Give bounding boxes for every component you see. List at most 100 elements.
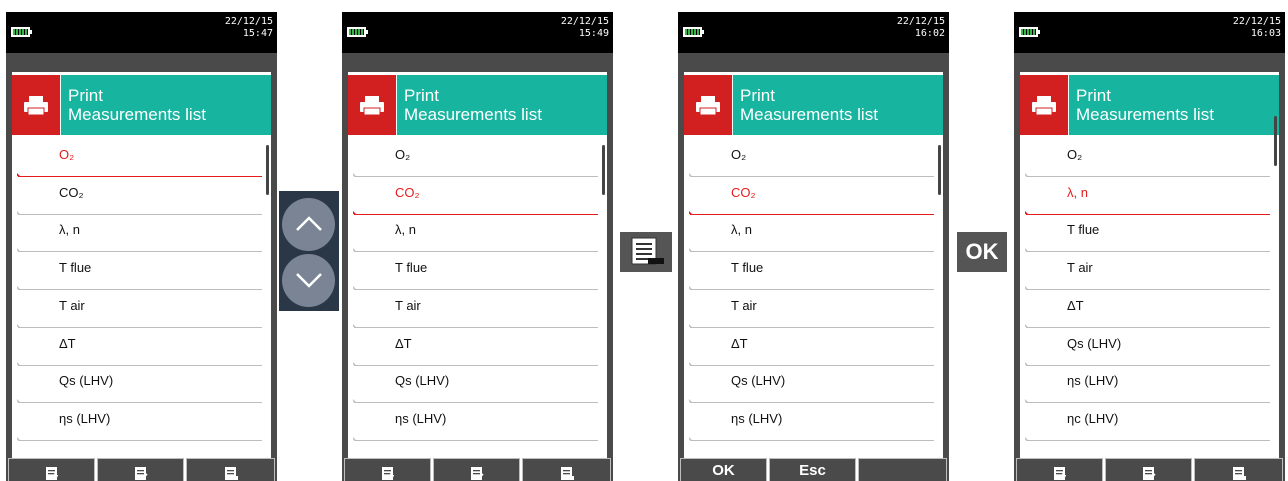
list-item[interactable]: T flue	[1020, 215, 1270, 253]
date-text: 22/12/15	[896, 16, 945, 27]
doc-edit-icon	[470, 467, 484, 480]
list-item[interactable]: O₂	[348, 140, 598, 177]
list-item-label: λ, n	[395, 222, 416, 238]
list-item[interactable]: T air	[348, 291, 598, 328]
scrollbar[interactable]	[602, 145, 605, 195]
row-marker	[1025, 399, 1028, 403]
scrollbar[interactable]	[266, 145, 269, 195]
row-marker	[1025, 323, 1028, 327]
list-item[interactable]: O₂	[684, 140, 934, 177]
list-item[interactable]: ΔT	[348, 329, 598, 366]
doc-print-icon	[1232, 467, 1246, 480]
doc-edit-icon	[134, 467, 148, 480]
list-item[interactable]: T flue	[12, 253, 262, 291]
softkey-2[interactable]	[1105, 458, 1192, 481]
scrollbar[interactable]	[1274, 116, 1277, 166]
list-item[interactable]: ηs (LHV)	[1020, 366, 1270, 404]
row-marker	[1025, 210, 1028, 214]
list-item[interactable]: O₂	[12, 140, 262, 177]
list-item[interactable]: CO₂	[684, 178, 934, 215]
status-bar: 22/12/15 15:47	[6, 12, 277, 53]
row-marker	[1025, 436, 1028, 440]
menu-panel: Print Measurements list O₂ λ, n T flue T air…	[1020, 72, 1279, 481]
list-item[interactable]: λ, n	[348, 215, 598, 253]
status-bar: 22/12/15 15:49	[342, 12, 613, 53]
list-item-label: T air	[1067, 260, 1093, 276]
nav-up-button[interactable]	[282, 198, 335, 251]
battery-icon	[1019, 27, 1040, 37]
row-marker	[353, 361, 356, 365]
softkey-1[interactable]	[344, 458, 431, 481]
softkey-3[interactable]	[186, 458, 275, 481]
softkey-2[interactable]	[433, 458, 520, 481]
page-title: Print Measurements list	[733, 75, 943, 135]
menu-list-icon	[631, 237, 664, 265]
page-title: Print Measurements list	[397, 75, 607, 135]
list-item[interactable]: ηs (LHV)	[348, 404, 598, 441]
title-line-1: Print	[404, 86, 439, 105]
softkey-3[interactable]	[858, 458, 947, 481]
list-item[interactable]: λ, n	[1020, 178, 1270, 215]
page-title: Print Measurements list	[1069, 75, 1279, 135]
list-item-label: T air	[59, 297, 85, 313]
list-item[interactable]: T flue	[348, 253, 598, 291]
list-item[interactable]: Qs (LHV)	[1020, 329, 1270, 366]
row-marker	[17, 173, 20, 176]
device-screen-3: 22/12/15 16:02 Print Measurements list O₂ C…	[678, 12, 949, 481]
row-marker	[1025, 248, 1028, 252]
list-item-label: ΔT	[395, 335, 412, 351]
list-item[interactable]: T flue	[684, 253, 934, 291]
softkey-3[interactable]	[1194, 458, 1283, 481]
list-item[interactable]: ηc (LHV)	[1020, 404, 1270, 441]
list-item[interactable]: ΔT	[684, 329, 934, 366]
list-item-label: ΔT	[59, 335, 76, 351]
softkey-1[interactable]	[8, 458, 95, 481]
list-item[interactable]: T air	[684, 291, 934, 328]
softkey-1[interactable]: OK	[680, 458, 767, 481]
row-marker	[17, 286, 20, 290]
datetime: 22/12/15 15:47	[225, 16, 273, 40]
doc-print-icon	[560, 467, 574, 480]
printer-icon	[684, 75, 732, 135]
list-item-label: O₂	[1067, 147, 1083, 162]
softkey-1[interactable]	[1016, 458, 1103, 481]
row-marker	[689, 286, 692, 290]
printer-icon	[1020, 75, 1068, 135]
list-item[interactable]: T air	[1020, 253, 1270, 291]
date-text: 22/12/15	[560, 16, 609, 27]
scrollbar[interactable]	[938, 145, 941, 195]
list-item[interactable]: ΔT	[12, 329, 262, 366]
list-item-label: CO₂	[731, 184, 756, 200]
list-item-label: T flue	[59, 260, 92, 276]
datetime: 22/12/15 15:49	[561, 16, 609, 40]
softkey-2[interactable]: Esc	[769, 458, 856, 481]
list-item[interactable]: CO₂	[12, 178, 262, 215]
title-line-2: Measurements list	[1076, 105, 1214, 124]
list-item[interactable]: T air	[12, 291, 262, 328]
title-line-1: Print	[740, 86, 775, 105]
list-item[interactable]: O₂	[1020, 140, 1270, 177]
list-item[interactable]: ηs (LHV)	[684, 404, 934, 441]
battery-icon	[683, 27, 704, 37]
list-item[interactable]: CO₂	[348, 178, 598, 215]
ok-key[interactable]: OK	[957, 232, 1007, 272]
menu-key[interactable]	[620, 232, 672, 272]
list-item[interactable]: Qs (LHV)	[12, 366, 262, 404]
row-marker	[1025, 286, 1028, 290]
menu-panel: Print Measurements list O₂ CO₂ λ, n T flue T …	[348, 72, 607, 481]
list-item-label: T air	[395, 297, 421, 313]
list-item[interactable]: λ, n	[12, 215, 262, 253]
datetime: 22/12/15 16:02	[897, 16, 945, 40]
softkey-2[interactable]	[97, 458, 184, 481]
nav-down-button[interactable]	[282, 254, 335, 307]
list-item[interactable]: ΔT	[1020, 291, 1270, 328]
title-line-2: Measurements list	[404, 105, 542, 124]
softkey-3[interactable]	[522, 458, 611, 481]
list-item[interactable]: ηs (LHV)	[12, 404, 262, 441]
list-item[interactable]: Qs (LHV)	[684, 366, 934, 404]
list-item[interactable]: λ, n	[684, 215, 934, 253]
softkey-label: OK	[712, 462, 735, 479]
list-item[interactable]: Qs (LHV)	[348, 366, 598, 404]
row-marker	[17, 361, 20, 365]
datetime: 22/12/15 16:03	[1233, 16, 1281, 40]
